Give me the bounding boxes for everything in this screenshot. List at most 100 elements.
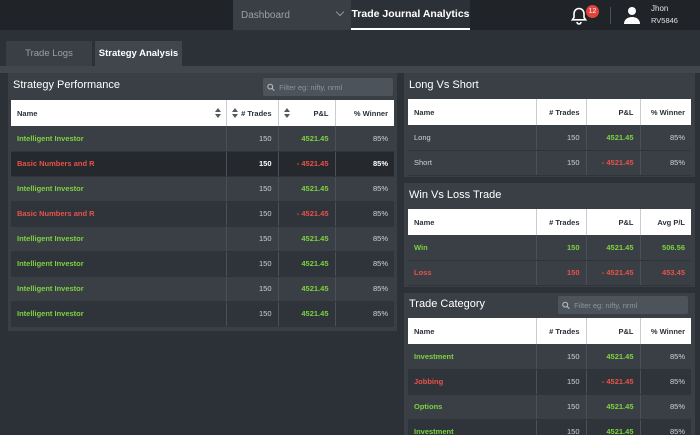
category-search-input[interactable] (574, 300, 688, 310)
outcome-name: Loss (408, 260, 537, 286)
tab-underline-bar (0, 66, 700, 73)
table-row[interactable]: Jobbing 150- 4521.45 85% (408, 369, 691, 395)
winner-percent: 85% (335, 226, 394, 252)
column-header-trades[interactable]: # Trades (536, 99, 587, 125)
table-row[interactable]: Investment 150 4521.45 85% (408, 419, 691, 435)
pnl-value: - 4521.45 (586, 260, 641, 286)
trades-count: 150 (226, 226, 279, 252)
winner-percent: 85% (640, 150, 691, 176)
column-header-pnl[interactable]: P&L (278, 100, 336, 126)
table-row[interactable]: Intelligent Investor 150 4521.45 85% (11, 276, 394, 302)
column-header-pnl[interactable]: P&L (586, 209, 641, 235)
table-header-row: Name # Trades P&L % Winner (408, 99, 691, 125)
dashboard-label: Dashboard (241, 9, 290, 21)
long-vs-short-table: Name # Trades P&L % Winner Long 150 4521.4… (408, 99, 691, 176)
table-row[interactable]: Loss 150- 4521.45 453.45 (408, 260, 691, 286)
dashboard-dropdown[interactable]: Dashboard (233, 0, 351, 30)
strategy-search-input[interactable] (279, 82, 393, 92)
panel-title: Win Vs Loss Trade (409, 189, 502, 201)
tab-trade-logs[interactable]: Trade Logs (6, 41, 92, 66)
tab-strategy-analysis[interactable]: Strategy Analysis (95, 41, 182, 66)
trade-category-panel: Trade Category Name # Trades P&L % Winne… (404, 293, 695, 435)
column-header-avg-pl[interactable]: Avg P/L (640, 209, 691, 235)
winner-percent: 85% (335, 251, 394, 277)
trades-count: 150 (536, 235, 587, 261)
trades-count: 150 (536, 394, 587, 420)
strategy-table: Name # Trades P&L % Winner Intelligent I… (11, 100, 394, 327)
pnl-value: 4521.45 (278, 276, 336, 302)
nav-tab-trade-journal-analytics[interactable]: Trade Journal Analytics (351, 0, 470, 30)
win-vs-loss-table: Name # Trades P&L Avg P/L Win 150 4521.45 5… (408, 209, 691, 286)
winner-percent: 85% (335, 176, 394, 202)
table-row[interactable]: Short 150- 4521.45 85% (408, 150, 691, 176)
pnl-value: 4521.45 (586, 419, 641, 435)
pnl-value: - 4521.45 (586, 150, 641, 176)
table-header-row: Name # Trades P&L % Winner (11, 100, 394, 126)
trades-count: 150 (226, 276, 279, 302)
column-header-name[interactable]: Name (408, 209, 537, 235)
strategy-name: Intelligent Investor (11, 251, 227, 277)
table-row[interactable]: Intelligent Investor 150 4521.45 85% (11, 176, 394, 202)
trades-count: 150 (226, 176, 279, 202)
pnl-value: 4521.45 (586, 125, 641, 151)
strategy-name: Intelligent Investor (11, 126, 227, 152)
table-row[interactable]: Intelligent Investor 150 4521.45 85% (11, 126, 394, 152)
pnl-value: 4521.45 (278, 176, 336, 202)
winner-percent: 85% (640, 419, 691, 435)
trades-count: 150 (536, 150, 587, 176)
chevron-down-icon (335, 7, 345, 17)
avg-pl-value: 506.56 (640, 235, 691, 261)
table-row[interactable]: Basic Numbers and R 150- 4521.45 85% (11, 201, 394, 227)
trades-count: 150 (536, 369, 587, 395)
strategy-search-box (263, 78, 393, 96)
trade-category-table: Name # Trades P&L % Winner Investment 150… (408, 318, 691, 435)
trades-count: 150 (226, 151, 279, 177)
column-header-winner[interactable]: % Winner (640, 318, 691, 344)
column-header-winner[interactable]: % Winner (640, 99, 691, 125)
column-header-name[interactable]: Name (11, 100, 227, 126)
winner-percent: 85% (640, 369, 691, 395)
pnl-value: 4521.45 (278, 251, 336, 277)
table-row[interactable]: Intelligent Investor 150 4521.45 85% (11, 251, 394, 277)
winner-percent: 85% (335, 276, 394, 302)
table-row[interactable]: Intelligent Investor 150 4521.45 85% (11, 301, 394, 327)
winner-percent: 85% (640, 394, 691, 420)
pnl-value: 4521.45 (586, 235, 641, 261)
column-header-trades[interactable]: # Trades (536, 318, 587, 344)
user-id: RV5846 (651, 16, 678, 25)
column-header-winner[interactable]: % Winner (335, 100, 394, 126)
table-row[interactable]: Long 150 4521.45 85% (408, 125, 691, 151)
column-header-pnl[interactable]: P&L (586, 99, 641, 125)
table-row[interactable]: Intelligent Investor 150 4521.45 85% (11, 226, 394, 252)
column-header-trades[interactable]: # Trades (226, 100, 279, 126)
pnl-value: 4521.45 (586, 344, 641, 370)
category-name: Investment (408, 419, 537, 435)
win-vs-loss-panel: Win Vs Loss Trade Name # Trades P&L Avg … (404, 183, 695, 287)
user-name: Jhon (651, 4, 669, 13)
pnl-value: 4521.45 (278, 126, 336, 152)
table-header-row: Name # Trades P&L Avg P/L (408, 209, 691, 235)
table-row[interactable]: Basic Numbers and R 150- 4521.45 85% (11, 151, 394, 177)
table-row[interactable]: Investment 150 4521.45 85% (408, 344, 691, 370)
column-header-pnl[interactable]: P&L (586, 318, 641, 344)
strategy-name: Intelligent Investor (11, 276, 227, 302)
notification-badge: 12 (586, 5, 599, 18)
outcome-name: Win (408, 235, 537, 261)
pnl-value: - 4521.45 (586, 369, 641, 395)
column-header-trades[interactable]: # Trades (536, 209, 587, 235)
user-avatar-icon[interactable] (622, 5, 642, 25)
strategy-performance-panel: Strategy Performance Name # Trades P&L %… (8, 73, 397, 331)
position-name: Long (408, 125, 537, 151)
panel-title: Strategy Performance (13, 79, 120, 91)
strategy-name: Basic Numbers and R (11, 151, 227, 177)
table-row[interactable]: Options 150 4521.45 85% (408, 394, 691, 420)
table-row[interactable]: Win 150 4521.45 506.56 (408, 235, 691, 261)
column-header-name[interactable]: Name (408, 318, 537, 344)
table-header-row: Name # Trades P&L % Winner (408, 318, 691, 344)
top-nav-bar: Dashboard Trade Journal Analytics 12 Jho… (0, 0, 700, 30)
column-header-name[interactable]: Name (408, 99, 537, 125)
strategy-name: Intelligent Investor (11, 176, 227, 202)
strategy-name: Basic Numbers and R (11, 201, 227, 227)
avg-pl-value: 453.45 (640, 260, 691, 286)
trades-count: 150 (226, 251, 279, 277)
